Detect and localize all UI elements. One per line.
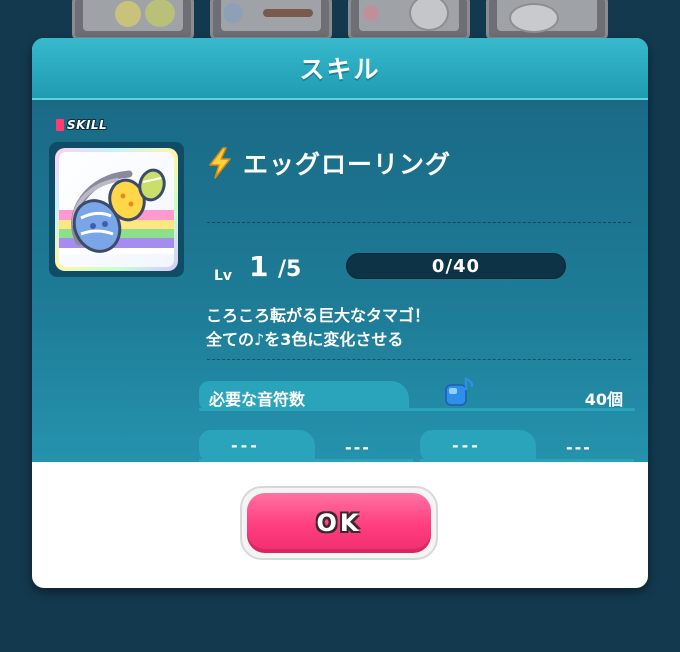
description-line-2: 全ての♪を3色に変化させる: [206, 330, 404, 349]
skill-dialog: スキル SKILL エッグローリング Lv 1 /5 0/40 ころころ転がる巨…: [32, 38, 648, 588]
exp-progress-bar: 0/40: [346, 253, 566, 279]
divider: [207, 359, 631, 360]
requirement-slot-value: ---: [345, 438, 371, 457]
ok-button-face[interactable]: OK: [247, 493, 431, 553]
level-max: /5: [278, 257, 302, 282]
ok-button-label: OK: [316, 509, 362, 537]
divider: [207, 222, 631, 223]
skill-tag: SKILL: [56, 118, 107, 132]
lightning-icon: [209, 147, 231, 179]
requirement-slot-underline: [199, 459, 413, 462]
required-notes-row: 必要な音符数 40個: [199, 377, 635, 411]
requirement-slot-value: ---: [566, 438, 592, 457]
blue-note-icon: [445, 377, 474, 406]
skill-name-row: エッグローリング: [207, 144, 631, 182]
skill-tag-marker: [56, 119, 64, 131]
background-thumbnail: [72, 0, 194, 40]
skill-description: ころころ転がる巨大なタマゴ！ 全ての♪を3色に変化させる: [206, 304, 430, 352]
skill-tag-label: SKILL: [67, 118, 108, 132]
background-item-strip: [0, 0, 680, 40]
requirement-slot-name: ---: [452, 436, 481, 455]
required-notes-label: 必要な音符数: [209, 390, 306, 409]
ok-button[interactable]: OK: [240, 486, 438, 560]
level-label: Lv: [214, 268, 233, 284]
skill-name: エッグローリング: [243, 150, 452, 179]
required-notes-count: 40個: [584, 390, 623, 409]
dialog-title: スキル: [299, 55, 381, 84]
requirement-slot-underline: [420, 459, 634, 462]
skill-icon-card: [55, 148, 178, 271]
background-thumbnail: [486, 0, 608, 40]
background-thumbnail: [210, 0, 332, 40]
skill-icon-frame: [49, 142, 184, 277]
dialog-header: スキル: [32, 38, 648, 100]
egg-rolling-skill-icon: [59, 152, 174, 267]
description-line-1: ころころ転がる巨大なタマゴ！: [206, 306, 431, 325]
requirement-slot-name: ---: [231, 436, 260, 455]
exp-progress-text: 0/40: [431, 255, 481, 277]
level-value: 1: [249, 250, 269, 283]
dialog-body: SKILL エッグローリング Lv 1 /5 0/40 ころころ転がる巨大なタマ…: [32, 100, 648, 462]
requirement-slot: --- ---: [420, 430, 634, 462]
requirement-slot: --- ---: [199, 430, 413, 462]
background-thumbnail: [348, 0, 470, 40]
